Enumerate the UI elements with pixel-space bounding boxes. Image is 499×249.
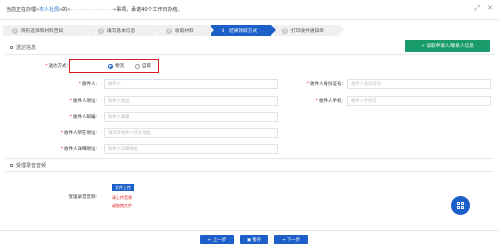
step-label: 填写基本信息 [107,28,136,34]
section-title-text: 受理录音音频 [16,163,47,169]
step-number: 5 [282,27,288,34]
recipient-phone-label: *收件人手机: [315,99,343,104]
header-mid: »的« [59,7,71,13]
recipient-address-input[interactable]: 收件人地址 [104,96,278,106]
section-icon [10,164,13,167]
divider [5,171,494,172]
file-upload-button[interactable]: 文件上传 [112,184,134,191]
department-link[interactable]: 市人社局 [39,7,59,13]
step-number: 1 [12,27,18,34]
step-4-active[interactable]: 4 结果领取方式 [211,25,276,36]
recipient-phone-input[interactable]: 收件人手机号 [347,96,491,106]
recipient-email-label: *收件人邮编: [69,115,97,120]
step-label: 打印收件通知单 [291,28,324,34]
section-title-text: 送达信息 [16,45,37,51]
recipient-id-input[interactable]: 收件人身份证号 [347,79,491,89]
radio-dot [108,63,113,69]
audio-section-title: 受理录音音频 [10,162,46,169]
radio-label: 自取 [142,64,151,69]
step-label: 收取材料 [175,28,194,34]
upload-hint-link[interactable]: 请上传音频 [112,195,132,201]
save-draft-button[interactable]: ▣ 暂存 [240,235,268,244]
recipient-region-label: *收件人所在地址: [60,131,97,136]
step-label: 结果领取方式 [229,28,258,34]
recipient-email-input[interactable]: 收件人邮编 [104,112,278,122]
page-header: 当前正在办理«市人社局»的«· · · · · · · · · · · · · … [0,0,499,20]
item-name-blurred: · · · · · · · · · · · · · · [70,7,114,13]
recipient-region-select[interactable]: 请选择收件人所在地址 [104,128,278,138]
step-number: 3 [166,27,172,34]
read-applicant-button[interactable]: + 读取申请人/联系人信息 [405,40,490,52]
recipient-input[interactable]: 收件人 [104,79,278,89]
radio-logistics[interactable]: 物流 [108,63,124,69]
step-number: 4 [221,27,225,33]
delivery-section-title: 送达信息 [10,44,36,51]
header-prefix: 当前正在办理« [6,7,40,13]
drag-hint-link[interactable]: 或拖拽文件 [112,203,132,209]
section-icon [10,46,13,49]
divider [5,54,494,55]
next-step-button[interactable]: → 下一步 [274,235,308,244]
radio-self-pickup[interactable]: 自取 [135,63,151,69]
step-1[interactable]: 1 情形选择和材料告知 [3,25,92,36]
audio-label: 受理录音音频: [68,195,97,200]
step-progress: 1 情形选择和材料告知 2 填写基本信息 3 收取材料 4 结果领取方式 5 打印收件通知… [3,25,344,36]
floating-menu-button[interactable] [451,196,470,215]
recipient-detail-input[interactable]: 收件人详细地址 [104,144,278,154]
grid-icon [456,201,465,210]
recipient-id-label: *收件人身份证号: [306,82,343,87]
step-label: 情形选择和材料告知 [21,28,64,34]
step-2[interactable]: 2 填写基本信息 [89,25,160,36]
recipient-detail-label: *收件人详细地址: [60,147,97,152]
radio-label: 物流 [115,64,124,69]
task-description: 当前正在办理«市人社局»的«· · · · · · · · · · · · · … [6,6,183,13]
prev-step-button[interactable]: ← 上一步 [200,235,234,244]
radio-dot [135,63,140,69]
step-number: 2 [98,27,104,34]
step-3[interactable]: 3 收取材料 [157,25,214,36]
step-5[interactable]: 5 打印收件通知单 [273,25,344,36]
delivery-method-label: *送达方式: [45,64,68,69]
header-suffix: »事项。承诺40个工作日办结。 [113,7,183,13]
recipient-label: *收件人: [78,82,97,87]
close-icon[interactable]: ✕ [487,5,493,12]
divider [5,158,494,159]
expand-icon[interactable]: ⤢ [475,5,481,12]
recipient-address-label: *收件人地址: [69,99,97,104]
